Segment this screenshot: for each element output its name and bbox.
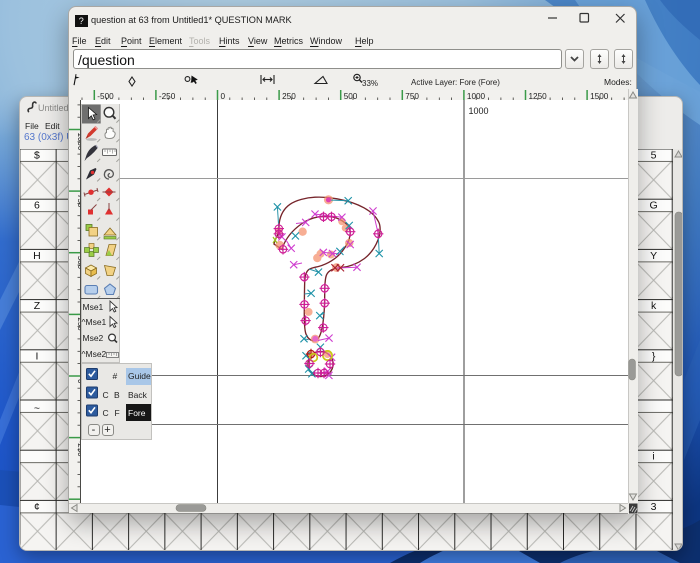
- svg-text:}: }: [652, 350, 656, 362]
- svg-text:k: k: [651, 300, 657, 312]
- svg-text:Y: Y: [650, 250, 657, 262]
- svg-text:Z: Z: [34, 300, 41, 312]
- svg-text:i: i: [652, 451, 654, 463]
- svg-text:1000: 1000: [469, 106, 489, 116]
- svg-text:6: 6: [34, 200, 40, 212]
- svg-text:~: ~: [34, 403, 40, 415]
- svg-text:5: 5: [651, 150, 657, 162]
- svg-text:H: H: [33, 250, 41, 262]
- svg-text:¢: ¢: [34, 501, 40, 513]
- svg-text:$: $: [34, 150, 40, 162]
- svg-text:I: I: [35, 350, 38, 362]
- svg-text:G: G: [650, 200, 658, 212]
- svg-text:3: 3: [651, 501, 657, 513]
